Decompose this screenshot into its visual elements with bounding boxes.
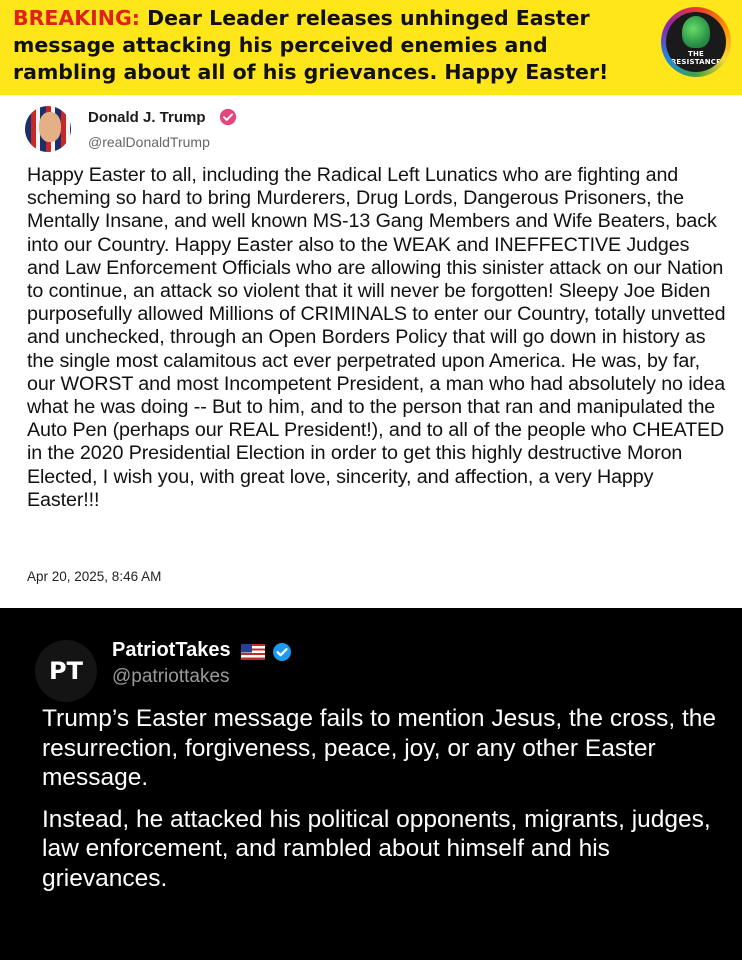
banner-headline: BREAKING: Dear Leader releases unhinged … [13,5,653,86]
patriottakes-post-card: PT PatriotTakes @patriottakes Trump’s Ea… [0,608,742,960]
user-handle[interactable]: @realDonaldTrump [88,134,210,150]
logo-text-line2: RESISTANCE [670,58,722,66]
logo-inner: THE RESISTANCE [666,12,726,72]
display-name[interactable]: PatriotTakes [112,639,231,662]
breaking-label: BREAKING: [13,6,140,30]
user-handle[interactable]: @patriottakes [112,666,230,688]
avatar[interactable]: PT [35,640,97,702]
post-timestamp[interactable]: Apr 20, 2025, 8:46 AM [27,569,161,584]
post-paragraph-2: Instead, he attacked his political oppon… [42,805,711,892]
logo-text: THE RESISTANCE [666,50,726,66]
avatar-face [39,112,61,142]
verified-badge-icon [273,643,291,661]
display-name[interactable]: Donald J. Trump [88,109,206,126]
avatar[interactable] [25,106,71,152]
breaking-banner: BREAKING: Dear Leader releases unhinged … [0,0,742,95]
verified-badge-icon [219,108,237,126]
post-body: Trump’s Easter message fails to mention … [42,704,722,905]
post-paragraph-1: Trump’s Easter message fails to mention … [42,705,717,791]
post-body: Happy Easter to all, including the Radic… [27,164,726,511]
trump-post-card: Donald J. Trump @realDonaldTrump Happy E… [0,95,742,608]
us-flag-icon [241,644,265,660]
avatar-initials: PT [49,657,83,685]
resistance-logo: THE RESISTANCE [661,7,731,77]
logo-statue-icon [682,16,710,48]
logo-text-line1: THE [687,50,704,58]
